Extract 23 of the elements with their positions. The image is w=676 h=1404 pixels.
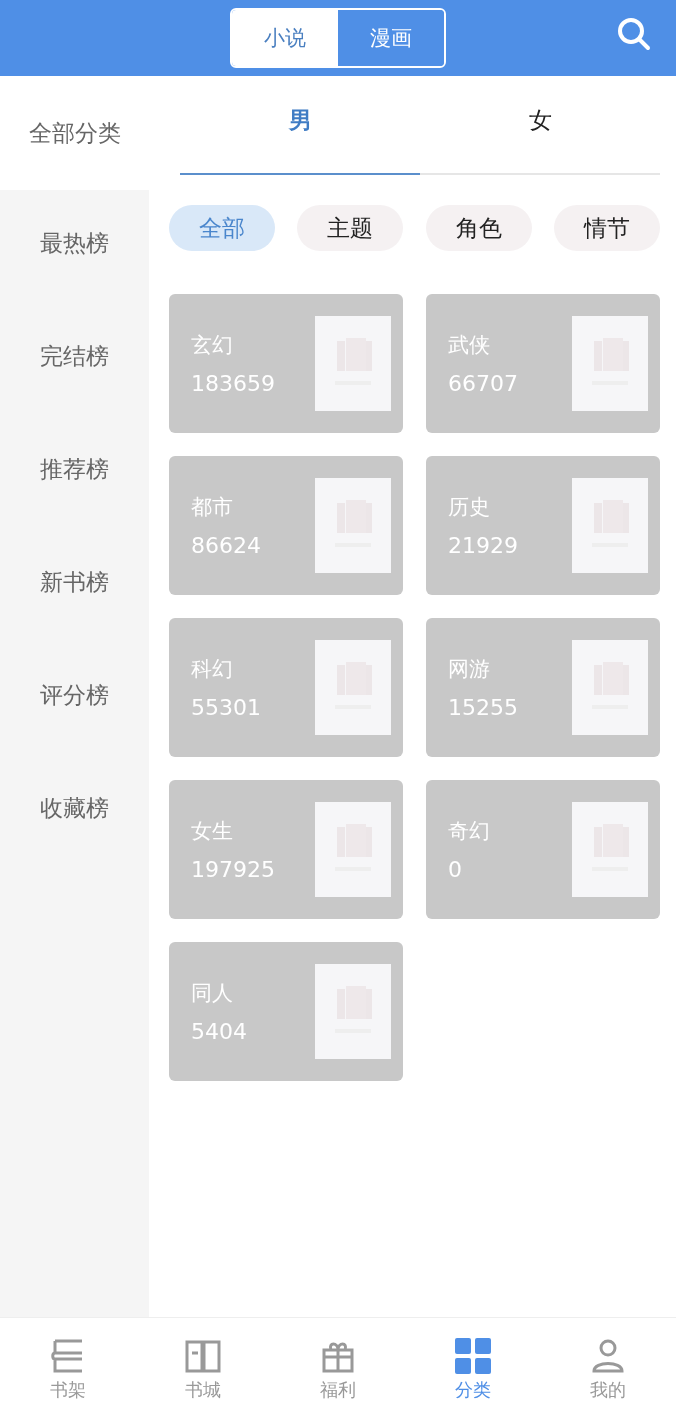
sidebar-item[interactable]: 新书榜 [0,549,149,662]
sidebar-item[interactable]: 推荐榜 [0,436,149,549]
search-icon [616,16,652,52]
nav-tab[interactable]: 分类 [405,1318,541,1404]
filter-chip[interactable]: 角色 [425,205,532,251]
mode-tab[interactable]: 小说 [232,10,338,66]
sidebar-item[interactable]: 完结榜 [0,323,149,436]
filter-chip[interactable]: 主题 [297,205,404,251]
sidebar-item[interactable]: 最热榜 [0,210,149,323]
gender-tab[interactable]: 女 [420,76,660,175]
book-icon [183,1338,222,1374]
filter-chip[interactable]: 全部 [169,205,275,251]
sidebar-item[interactable]: 评分榜 [0,662,149,775]
gender-tab[interactable]: 男 [180,76,420,175]
nav-tab[interactable]: 福利 [270,1318,406,1404]
sidebar-title: 全部分类 [27,118,122,148]
search-button[interactable] [616,16,652,52]
grid-icon [454,1338,493,1374]
sidebar-item[interactable]: 收藏榜 [0,775,149,888]
nav-tab[interactable]: 书城 [135,1318,271,1404]
filter-chip[interactable]: 情节 [554,205,660,251]
nav-tab[interactable]: 书架 [0,1318,136,1404]
nav-tab[interactable]: 我的 [540,1318,676,1404]
